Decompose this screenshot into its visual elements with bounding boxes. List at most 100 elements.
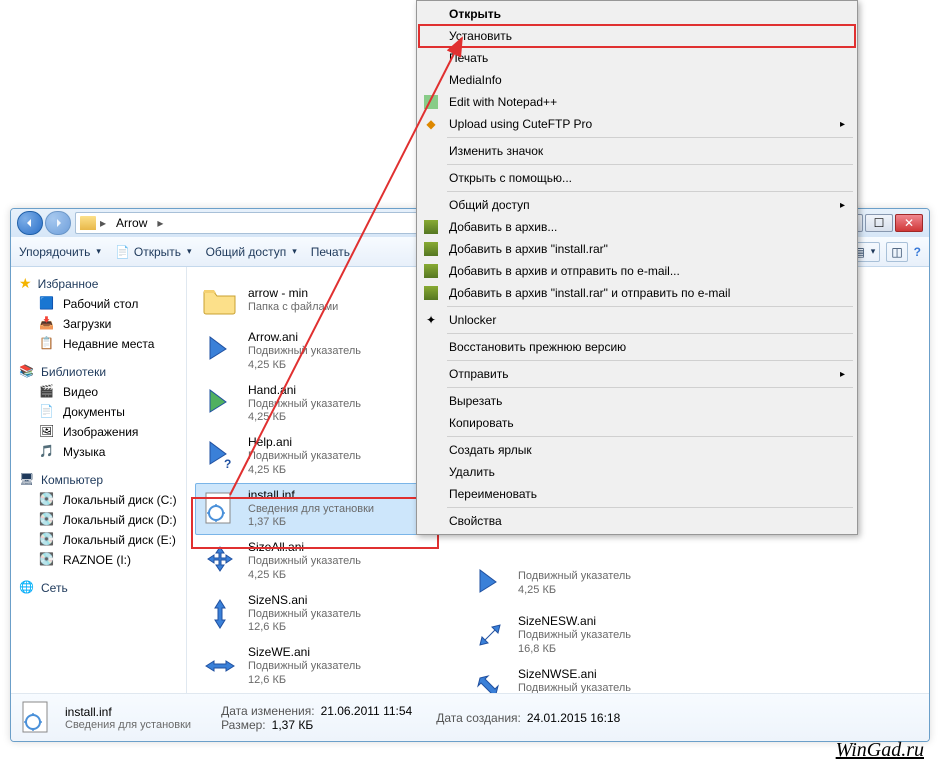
menu-item[interactable]: Общий доступ ▸ bbox=[419, 194, 855, 216]
file-name: SizeWE.ani bbox=[248, 645, 361, 660]
menu-item[interactable]: Добавить в архив "install.rar" и отправи… bbox=[419, 282, 855, 304]
print-button[interactable]: Печать bbox=[311, 245, 350, 259]
file-tile[interactable]: install.inf Сведения для установки 1,37 … bbox=[195, 483, 435, 536]
nav-music[interactable]: 🎵Музыка bbox=[11, 442, 186, 462]
file-icon bbox=[470, 668, 510, 693]
nav-drive-e[interactable]: 💽Локальный диск (E:) bbox=[11, 530, 186, 550]
file-tile[interactable]: Arrow.ani Подвижный указатель 4,25 КБ bbox=[195, 325, 435, 378]
file-tile[interactable]: ? Help.ani Подвижный указатель 4,25 КБ bbox=[195, 430, 435, 483]
nav-downloads[interactable]: 📥Загрузки bbox=[11, 314, 186, 334]
nav-documents[interactable]: 📄Документы bbox=[11, 402, 186, 422]
rar-icon bbox=[423, 285, 439, 301]
menu-item[interactable]: Edit with Notepad++ bbox=[419, 91, 855, 113]
nav-desktop[interactable]: 🟦Рабочий стол bbox=[11, 294, 186, 314]
menu-item-label: Вырезать bbox=[449, 394, 502, 408]
share-button[interactable]: Общий доступ bbox=[206, 245, 297, 259]
inf-icon: 📄 bbox=[115, 245, 130, 259]
drive-icon: 💽 bbox=[39, 512, 55, 528]
menu-item[interactable]: Добавить в архив... bbox=[419, 216, 855, 238]
menu-item-label: Переименовать bbox=[449, 487, 537, 501]
file-type: Подвижный указатель bbox=[248, 555, 361, 569]
file-tile[interactable]: SizeAll.ani Подвижный указатель 4,25 КБ bbox=[195, 535, 435, 588]
menu-separator bbox=[447, 507, 853, 508]
unlocker-icon: ✦ bbox=[423, 312, 439, 328]
file-tile[interactable]: SizeNESW.ani Подвижный указатель 16,8 КБ bbox=[465, 609, 705, 662]
file-name: Arrow.ani bbox=[248, 330, 361, 345]
menu-item[interactable]: Копировать bbox=[419, 412, 855, 434]
menu-separator bbox=[447, 436, 853, 437]
menu-item-label: Добавить в архив "install.rar" и отправи… bbox=[449, 286, 730, 300]
menu-item[interactable]: Открыть с помощью... bbox=[419, 167, 855, 189]
menu-item[interactable]: Добавить в архив и отправить по e-mail..… bbox=[419, 260, 855, 282]
file-tile[interactable]: Подвижный указатель 4,25 КБ bbox=[465, 559, 705, 609]
menu-item[interactable]: Изменить значок bbox=[419, 140, 855, 162]
nav-pictures[interactable]: 🖼Изображения bbox=[11, 422, 186, 442]
nav-drive-c[interactable]: 💽Локальный диск (C:) bbox=[11, 490, 186, 510]
menu-separator bbox=[447, 306, 853, 307]
menu-item[interactable]: Установить bbox=[419, 25, 855, 47]
file-tile[interactable]: SizeWE.ani Подвижный указатель 12,6 КБ bbox=[195, 640, 435, 693]
breadcrumb[interactable]: Arrow bbox=[110, 216, 153, 230]
close-button[interactable]: ✕ bbox=[895, 214, 923, 232]
context-menu: Открыть Установить Печать MediaInfo Edit… bbox=[416, 0, 858, 535]
preview-pane-button[interactable]: ◫ bbox=[886, 242, 907, 262]
notepad-icon bbox=[423, 94, 439, 110]
nav-videos[interactable]: 🎬Видео bbox=[11, 382, 186, 402]
nav-drive-i[interactable]: 💽RAZNOE (I:) bbox=[11, 550, 186, 570]
menu-item[interactable]: Открыть bbox=[419, 3, 855, 25]
nav-drive-d[interactable]: 💽Локальный диск (D:) bbox=[11, 510, 186, 530]
menu-item[interactable]: Вырезать bbox=[419, 390, 855, 412]
menu-item-label: Общий доступ bbox=[449, 198, 530, 212]
menu-item[interactable]: Удалить bbox=[419, 461, 855, 483]
open-button[interactable]: 📄Открыть bbox=[115, 245, 192, 259]
menu-item[interactable]: MediaInfo bbox=[419, 69, 855, 91]
libraries-header[interactable]: 📚Библиотеки bbox=[11, 362, 186, 382]
file-tile[interactable]: arrow - min Папка с файлами bbox=[195, 275, 435, 325]
menu-item-label: Печать bbox=[449, 51, 488, 65]
favorites-header[interactable]: ★Избранное bbox=[11, 273, 186, 294]
desktop-icon: 🟦 bbox=[39, 296, 55, 312]
nav-recent[interactable]: 📋Недавние места bbox=[11, 334, 186, 354]
file-size: 4,25 КБ bbox=[248, 411, 361, 425]
details-filename: install.inf bbox=[65, 705, 191, 719]
network-header[interactable]: 🌐Сеть bbox=[11, 578, 186, 598]
help-button[interactable]: ? bbox=[914, 245, 921, 259]
nav-back-button[interactable] bbox=[17, 211, 43, 235]
menu-item[interactable]: Свойства bbox=[419, 510, 855, 532]
file-type: Подвижный указатель bbox=[518, 682, 631, 694]
menu-item-label: Добавить в архив и отправить по e-mail..… bbox=[449, 264, 680, 278]
menu-item[interactable]: Создать ярлык bbox=[419, 439, 855, 461]
nav-forward-button[interactable] bbox=[45, 211, 71, 235]
file-size: 4,25 КБ bbox=[248, 359, 361, 373]
file-tile[interactable]: Hand.ani Подвижный указатель 4,25 КБ bbox=[195, 378, 435, 431]
file-name: Help.ani bbox=[248, 435, 361, 450]
menu-item-label: Unlocker bbox=[449, 313, 496, 327]
documents-icon: 📄 bbox=[39, 404, 55, 420]
menu-item[interactable]: Печать bbox=[419, 47, 855, 69]
file-tile[interactable]: SizeNWSE.ani Подвижный указатель 16,8 КБ bbox=[465, 662, 705, 694]
file-tile[interactable]: SizeNS.ani Подвижный указатель 12,6 КБ bbox=[195, 588, 435, 641]
menu-item[interactable]: Восстановить прежнюю версию bbox=[419, 336, 855, 358]
file-size: 4,25 КБ bbox=[248, 569, 361, 583]
file-icon bbox=[200, 280, 240, 320]
file-size: 12,6 КБ bbox=[248, 674, 361, 688]
menu-item-label: Открыть с помощью... bbox=[449, 171, 572, 185]
menu-item[interactable]: ✦ Unlocker bbox=[419, 309, 855, 331]
menu-separator bbox=[447, 164, 853, 165]
submenu-arrow-icon: ▸ bbox=[840, 200, 845, 211]
menu-item[interactable]: Отправить ▸ bbox=[419, 363, 855, 385]
submenu-arrow-icon: ▸ bbox=[840, 369, 845, 380]
menu-item[interactable]: ◆ Upload using CuteFTP Pro ▸ bbox=[419, 113, 855, 135]
organize-button[interactable]: Упорядочить bbox=[19, 245, 101, 259]
watermark: WinGad.ru bbox=[836, 739, 924, 762]
maximize-button[interactable]: ☐ bbox=[865, 214, 893, 232]
file-name: SizeAll.ani bbox=[248, 540, 361, 555]
file-size: 4,25 КБ bbox=[518, 584, 631, 598]
menu-item-label: Установить bbox=[449, 29, 512, 43]
navigation-pane: ★Избранное 🟦Рабочий стол 📥Загрузки 📋Неда… bbox=[11, 267, 187, 693]
menu-item[interactable]: Переименовать bbox=[419, 483, 855, 505]
menu-item[interactable]: Добавить в архив "install.rar" bbox=[419, 238, 855, 260]
file-icon bbox=[200, 384, 240, 424]
downloads-icon: 📥 bbox=[39, 316, 55, 332]
computer-header[interactable]: 🖥Компьютер bbox=[11, 470, 186, 490]
